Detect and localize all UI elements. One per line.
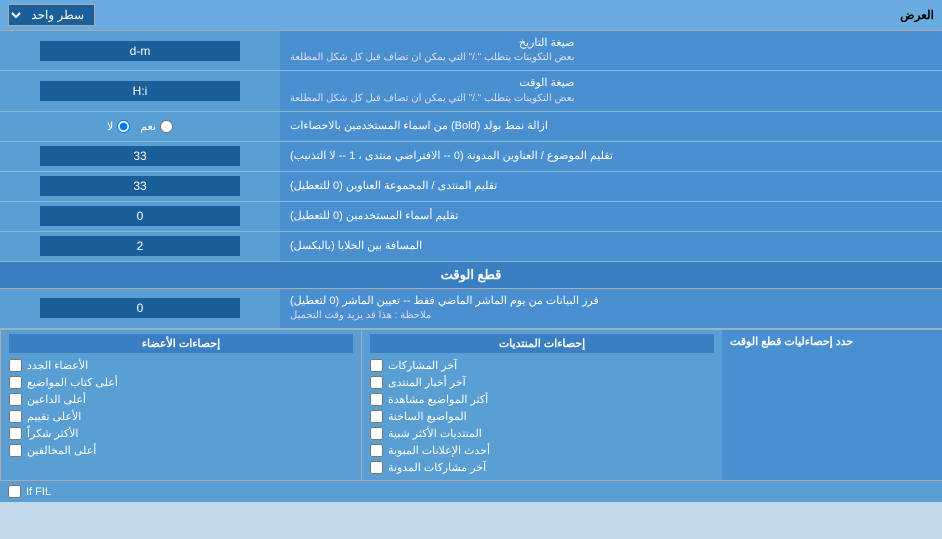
remove-bold-radio-group: نعم لا <box>107 120 173 133</box>
usernames-input[interactable] <box>40 206 240 226</box>
date-format-input-area <box>0 31 280 70</box>
limit-label: حدد إحصاءليات قطع الوقت <box>730 335 853 348</box>
cell-spacing-input[interactable] <box>40 236 240 256</box>
cut-time-row: فرز البيانات من يوم الماشر الماضي فقط --… <box>0 289 942 329</box>
forum-headers-input[interactable] <box>40 176 240 196</box>
checkbox-item: آخر المشاركات <box>370 357 714 374</box>
checkbox-item: المواضيع الساخنة <box>370 408 714 425</box>
checkbox-popular-forums[interactable] <box>370 427 383 440</box>
usernames-row: تقليم أسماء المستخدمين (0 للتعطيل) <box>0 202 942 232</box>
cell-spacing-row: المسافة بين الخلايا (بالبكسل) <box>0 232 942 262</box>
checkbox-new-members[interactable] <box>9 359 22 372</box>
cut-time-input-area <box>0 289 280 328</box>
if-fil-row: If FIL <box>0 480 942 502</box>
cut-time-label: فرز البيانات من يوم الماشر الماضي فقط --… <box>280 289 942 328</box>
radio-no[interactable] <box>117 120 130 133</box>
checkbox-item: أحدث الإعلانات المبوبة <box>370 442 714 459</box>
top-right-label: العرض <box>900 8 934 22</box>
checkbox-top-inviters[interactable] <box>9 393 22 406</box>
cell-spacing-input-area <box>0 232 280 261</box>
checkbox-col-forums-header: إحصاءات المنتديات <box>370 334 714 353</box>
topics-headers-row: تقليم الموضوع / العناوين المدونة (0 -- ا… <box>0 142 942 172</box>
remove-bold-label: ازالة نمط بولد (Bold) من اسماء المستخدمي… <box>280 112 942 141</box>
remove-bold-row: ازالة نمط بولد (Bold) من اسماء المستخدمي… <box>0 112 942 142</box>
checkbox-item: آخر أخبار المنتدى <box>370 374 714 391</box>
topics-headers-label: تقليم الموضوع / العناوين المدونة (0 -- ا… <box>280 142 942 171</box>
radio-yes-label[interactable]: نعم <box>140 120 173 133</box>
checkbox-item: الأكثر شكراً <box>9 425 353 442</box>
checkbox-top-rated[interactable] <box>9 410 22 423</box>
checkbox-item: الأعلى تقييم <box>9 408 353 425</box>
topics-headers-input[interactable] <box>40 146 240 166</box>
checkbox-item: المنتديات الأكثر شبية <box>370 425 714 442</box>
radio-no-label[interactable]: لا <box>107 120 130 133</box>
cut-time-input[interactable] <box>40 298 240 318</box>
checkbox-item: أعلى كتاب المواضيع <box>9 374 353 391</box>
display-select[interactable]: سطر واحد <box>8 4 95 26</box>
checkbox-most-viewed[interactable] <box>370 393 383 406</box>
limit-label-area: حدد إحصاءليات قطع الوقت <box>722 330 942 480</box>
usernames-input-area <box>0 202 280 231</box>
topics-headers-input-area <box>0 142 280 171</box>
usernames-label: تقليم أسماء المستخدمين (0 للتعطيل) <box>280 202 942 231</box>
checkbox-last-posts[interactable] <box>370 359 383 372</box>
forum-headers-row: تقليم المنتدى / المجموعة العناوين (0 للت… <box>0 172 942 202</box>
time-format-label: صيغة الوقت بعض التكوينات يتطلب "./" التي… <box>280 71 942 110</box>
date-format-input[interactable] <box>40 41 240 61</box>
forum-headers-label: تقليم المنتدى / المجموعة العناوين (0 للت… <box>280 172 942 201</box>
checkbox-col-forums: إحصاءات المنتديات آخر المشاركات آخر أخبا… <box>361 330 722 480</box>
time-format-input[interactable] <box>40 81 240 101</box>
checkboxes-section: حدد إحصاءليات قطع الوقت إحصاءات المنتديا… <box>0 329 942 480</box>
checkbox-classified-ads[interactable] <box>370 444 383 457</box>
checkbox-item: آخر مشاركات المدونة <box>370 459 714 476</box>
cell-spacing-label: المسافة بين الخلايا (بالبكسل) <box>280 232 942 261</box>
checkbox-hot-topics[interactable] <box>370 410 383 423</box>
checkbox-most-thanked[interactable] <box>9 427 22 440</box>
time-format-row: صيغة الوقت بعض التكوينات يتطلب "./" التي… <box>0 71 942 111</box>
radio-yes[interactable] <box>160 120 173 133</box>
if-fil-checkbox[interactable] <box>8 485 21 498</box>
checkbox-item: أعلى الداعين <box>9 391 353 408</box>
top-row: العرض سطر واحد <box>0 0 942 31</box>
cut-time-header: قطع الوقت <box>0 262 942 289</box>
date-format-row: صيغة التاريخ بعض التكوينات يتطلب "./" ال… <box>0 31 942 71</box>
main-container: العرض سطر واحد صيغة التاريخ بعض التكوينا… <box>0 0 942 502</box>
checkbox-item: الأعضاء الجدد <box>9 357 353 374</box>
checkbox-item: أعلى المخالفين <box>9 442 353 459</box>
checkbox-item: أكثر المواضيع مشاهدة <box>370 391 714 408</box>
date-format-label: صيغة التاريخ بعض التكوينات يتطلب "./" ال… <box>280 31 942 70</box>
if-fil-label: If FIL <box>26 486 51 498</box>
checkbox-top-posters[interactable] <box>9 376 22 389</box>
checkbox-top-violators[interactable] <box>9 444 22 457</box>
checkbox-col-members: إحصاءات الأعضاء الأعضاء الجدد أعلى كتاب … <box>0 330 361 480</box>
checkbox-forum-news[interactable] <box>370 376 383 389</box>
forum-headers-input-area <box>0 172 280 201</box>
checkbox-blog-posts[interactable] <box>370 461 383 474</box>
time-format-input-area <box>0 71 280 110</box>
remove-bold-input-area: نعم لا <box>0 112 280 141</box>
checkbox-col-members-header: إحصاءات الأعضاء <box>9 334 353 353</box>
